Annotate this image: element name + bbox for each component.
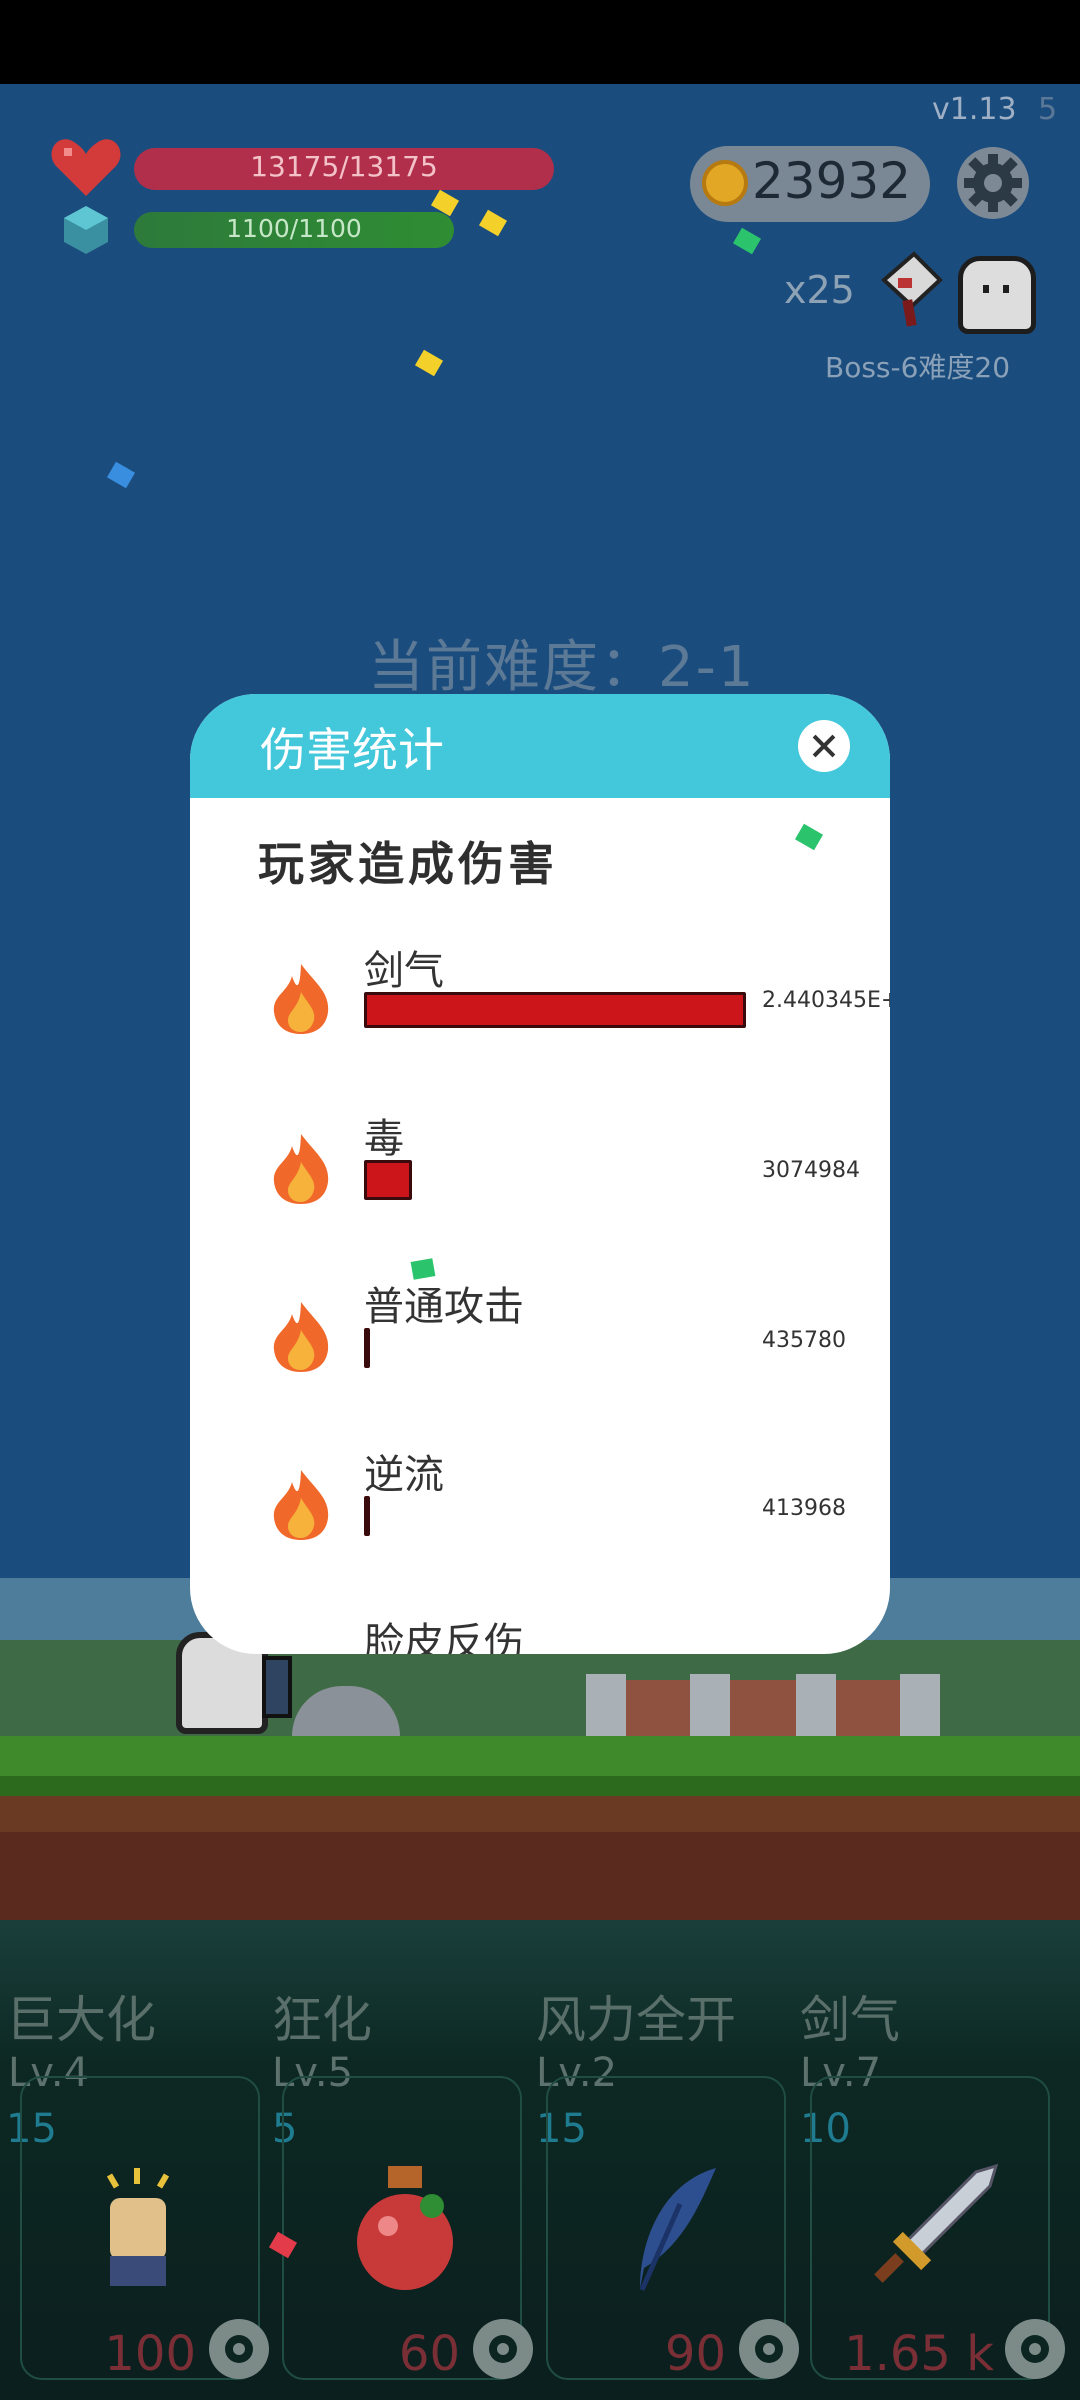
dialog-title: 伤害统计	[260, 723, 444, 777]
damage-source-name: 逆流	[364, 1452, 444, 1498]
gem-icon	[64, 206, 108, 254]
settings-gear-icon[interactable]	[956, 146, 1030, 220]
mp-text: 1100/1100	[226, 214, 362, 243]
damage-value: 2.440345E+	[762, 988, 890, 1013]
sword-icon	[874, 2164, 998, 2283]
sawblade-icon[interactable]	[736, 2316, 802, 2382]
dirt-top	[0, 1796, 1080, 1832]
damage-source-name: 脸皮反伤	[364, 1620, 524, 1654]
version-label: v1.13	[932, 92, 1017, 127]
close-icon[interactable]	[798, 720, 850, 772]
boss-label: Boss-6难度20	[825, 351, 1011, 384]
damage-source-name: 普通攻击	[364, 1284, 524, 1330]
skill-price: 60	[398, 2326, 460, 2382]
fist-icon	[106, 2168, 170, 2286]
damage-bar	[364, 1496, 370, 1536]
skill-name: 巨大化	[6, 1991, 156, 2049]
damage-bar	[364, 1160, 412, 1200]
status-bar	[0, 0, 1080, 84]
skill-price: 90	[664, 2326, 726, 2382]
damage-value: 435780	[762, 1328, 846, 1353]
difficulty-label: 当前难度：2-1	[368, 635, 756, 700]
version-trail: 5	[1038, 92, 1058, 127]
skill-name: 风力全开	[536, 1991, 736, 2049]
dialog-subtitle: 玩家造成伤害	[258, 837, 558, 891]
coin-icon	[702, 160, 748, 206]
skill-price: 1.65 k	[844, 2326, 994, 2382]
sawblade-icon[interactable]	[206, 2316, 272, 2382]
fence-post	[586, 1674, 626, 1740]
flame-icon	[273, 1470, 329, 1540]
fence-post	[900, 1674, 940, 1740]
feather-icon	[639, 2168, 716, 2292]
confetti	[410, 1258, 436, 1280]
damage-source-name: 毒	[364, 1116, 404, 1162]
skill-name: 剑气	[800, 1991, 900, 2049]
damage-value: 413968	[762, 1496, 846, 1521]
damage-stats-dialog: 伤害统计 玩家造成伤害 剑气 2.440345E+ 毒 3074984 普通攻击…	[190, 694, 890, 1654]
skill-name: 狂化	[272, 1991, 372, 2049]
sawblade-icon[interactable]	[470, 2316, 536, 2382]
flame-icon	[273, 1134, 329, 1204]
fence	[590, 1680, 930, 1738]
kill-multiplier: x25	[784, 268, 855, 312]
sawblade-icon[interactable]	[1002, 2316, 1068, 2382]
skill-price: 100	[104, 2326, 196, 2382]
fence-post	[690, 1674, 730, 1740]
damage-bar	[364, 1328, 370, 1368]
cleaver-icon	[881, 251, 943, 327]
heart-icon	[51, 139, 121, 196]
flame-icon	[273, 1302, 329, 1372]
damage-source-name: 剑气	[364, 948, 444, 994]
potion-icon	[357, 2166, 453, 2290]
player-sword	[262, 1656, 292, 1718]
damage-value: 3074984	[762, 1158, 860, 1183]
confetti	[794, 823, 824, 851]
flame-icon	[273, 964, 329, 1034]
coin-count: 23932	[752, 152, 912, 210]
boss-ghost-icon	[958, 256, 1036, 334]
damage-bar	[364, 992, 746, 1028]
hp-text: 13175/13175	[250, 150, 438, 183]
fence-post	[796, 1674, 836, 1740]
